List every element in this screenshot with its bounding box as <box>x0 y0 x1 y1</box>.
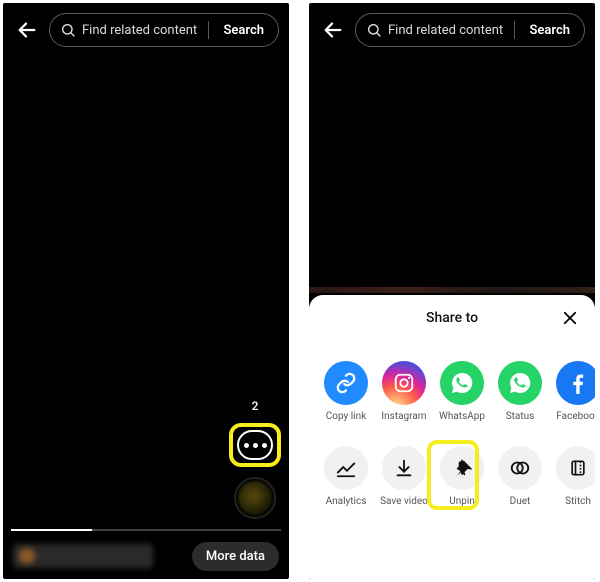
action-stitch[interactable]: Stitch <box>551 446 595 507</box>
share-label: Status <box>506 411 535 422</box>
close-button[interactable] <box>557 305 583 331</box>
share-instagram[interactable]: Instagram <box>377 361 431 422</box>
search-icon <box>366 22 382 38</box>
action-duet[interactable]: Duet <box>493 446 547 507</box>
screenshot-left: Find related content Search 2 More data <box>3 3 289 579</box>
dot-icon <box>244 443 249 448</box>
top-bar: Find related content Search <box>309 3 595 57</box>
share-label: Facebook <box>556 411 595 422</box>
arrow-left-icon <box>16 19 38 41</box>
divider <box>514 21 515 39</box>
whatsapp-icon <box>440 361 484 405</box>
action-unpin[interactable]: Unpin <box>435 446 489 507</box>
search-button[interactable]: Search <box>521 23 580 38</box>
sound-disc[interactable] <box>234 477 276 519</box>
share-label: Copy link <box>326 411 366 422</box>
analytics-icon <box>324 446 368 490</box>
share-facebook[interactable]: Facebook <box>551 361 595 422</box>
share-copy-link[interactable]: Copy link <box>319 361 373 422</box>
sheet-header: Share to <box>309 295 595 341</box>
whatsapp-status-icon <box>498 361 542 405</box>
action-analytics[interactable]: Analytics <box>319 446 373 507</box>
right-rail: 2 <box>229 399 281 519</box>
action-label: Duet <box>510 496 531 507</box>
bottom-row: More data <box>3 533 289 579</box>
highlight-more <box>229 423 281 467</box>
search-field[interactable]: Find related content Search <box>49 13 279 47</box>
dot-icon <box>253 443 258 448</box>
back-button[interactable] <box>319 16 347 44</box>
duet-icon <box>498 446 542 490</box>
top-bar: Find related content Search <box>3 3 289 57</box>
video-edge <box>309 287 595 293</box>
search-placeholder: Find related content <box>82 23 202 38</box>
arrow-left-icon <box>322 19 344 41</box>
facebook-icon <box>556 361 595 405</box>
instagram-icon <box>382 361 426 405</box>
action-label: Save video <box>380 496 428 507</box>
link-icon <box>324 361 368 405</box>
share-label: WhatsApp <box>439 411 485 422</box>
action-label: Unpin <box>449 496 475 507</box>
share-row: Copy link Instagram WhatsApp <box>309 341 595 430</box>
more-data-button[interactable]: More data <box>192 542 279 571</box>
save-count: 2 <box>252 399 259 413</box>
search-placeholder: Find related content <box>388 23 508 38</box>
action-row: Analytics Save video Unpin <box>309 430 595 515</box>
search-icon <box>60 22 76 38</box>
back-button[interactable] <box>13 16 41 44</box>
action-label: Stitch <box>565 496 591 507</box>
screenshot-right: Find related content Search Share to Cop… <box>309 3 595 579</box>
divider <box>208 21 209 39</box>
progress-bar[interactable] <box>11 529 281 531</box>
action-save-video[interactable]: Save video <box>377 446 431 507</box>
stitch-icon <box>556 446 595 490</box>
sheet-title: Share to <box>426 310 478 326</box>
caption-blurred <box>13 544 153 568</box>
pin-icon <box>440 446 484 490</box>
action-label: Analytics <box>326 496 367 507</box>
share-sheet: Share to Copy link Instagram <box>309 295 595 579</box>
more-options-button[interactable] <box>237 430 273 460</box>
share-label: Instagram <box>381 411 426 422</box>
download-icon <box>382 446 426 490</box>
share-status[interactable]: Status <box>493 361 547 422</box>
share-whatsapp[interactable]: WhatsApp <box>435 361 489 422</box>
dot-icon <box>262 443 267 448</box>
progress-fill <box>11 529 92 531</box>
search-field[interactable]: Find related content Search <box>355 13 585 47</box>
search-button[interactable]: Search <box>215 23 274 38</box>
close-icon <box>561 309 579 327</box>
